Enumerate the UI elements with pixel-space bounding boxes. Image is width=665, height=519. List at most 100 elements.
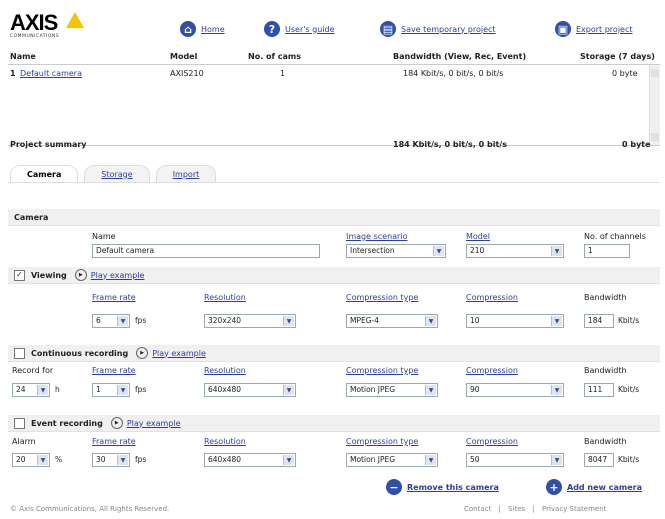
camera-table-header: Name Model No. of cams Bandwidth (View, … bbox=[8, 50, 660, 65]
viewing-frame-rate-link[interactable]: Frame rate bbox=[92, 293, 136, 302]
remove-camera-button[interactable]: − Remove this camera bbox=[386, 478, 499, 496]
viewing-resolution-select[interactable]: 320x240 ▼ bbox=[204, 314, 296, 328]
viewing-comp-type-select[interactable]: MPEG-4 ▼ bbox=[346, 314, 438, 328]
event-checkbox[interactable] bbox=[14, 417, 25, 429]
camera-name-input[interactable]: Default camera bbox=[92, 244, 320, 258]
viewing-play-example-link[interactable]: Play example bbox=[91, 271, 145, 280]
model-value: 210 bbox=[470, 246, 485, 255]
chevron-down-icon: ▼ bbox=[117, 455, 128, 465]
table-scrollbar[interactable] bbox=[649, 65, 660, 145]
row-index: 1 bbox=[10, 69, 16, 78]
alarm-value: 20 bbox=[16, 455, 26, 464]
continuous-compression-select[interactable]: 90 ▼ bbox=[466, 383, 564, 397]
record-for-unit: h bbox=[55, 385, 60, 394]
event-resolution-link[interactable]: Resolution bbox=[204, 437, 246, 446]
continuous-play-example-link[interactable]: Play example bbox=[152, 349, 206, 358]
users-guide-link[interactable]: ? User's guide bbox=[264, 20, 335, 38]
continuous-resolution-link[interactable]: Resolution bbox=[204, 366, 246, 375]
viewing-frame-rate-select[interactable]: 6 ▼ bbox=[92, 314, 130, 328]
minus-icon: − bbox=[386, 479, 402, 495]
viewing-resolution-link[interactable]: Resolution bbox=[204, 293, 246, 302]
continuous-section-bar: Continuous recording ▶ Play example bbox=[8, 345, 660, 362]
play-icon[interactable]: ▶ bbox=[110, 417, 123, 429]
continuous-compression-link[interactable]: Compression bbox=[466, 366, 518, 375]
continuous-bandwidth-label: Bandwidth bbox=[584, 366, 627, 375]
tab-import[interactable]: Import bbox=[155, 165, 217, 182]
event-play-example-link[interactable]: Play example bbox=[127, 419, 181, 428]
col-storage: Storage (7 days) bbox=[580, 52, 655, 61]
event-comp-type-select[interactable]: Motion JPEG ▼ bbox=[346, 453, 438, 467]
image-scenario-select[interactable]: Intersection ▼ bbox=[346, 244, 446, 258]
footer-separator: | bbox=[498, 505, 501, 513]
camera-section-bar: Camera bbox=[8, 209, 660, 226]
viewing-compression-select[interactable]: 10 ▼ bbox=[466, 314, 564, 328]
home-icon: ⌂ bbox=[180, 21, 196, 37]
channels-input[interactable]: 1 bbox=[584, 244, 630, 258]
channels-label: No. of channels bbox=[584, 232, 646, 241]
continuous-resolution-select[interactable]: 640x480 ▼ bbox=[204, 383, 296, 397]
event-comp-type-link[interactable]: Compression type bbox=[346, 437, 418, 446]
viewing-comp-type-value: MPEG-4 bbox=[350, 316, 380, 325]
save-project-link[interactable]: ▤ Save temporary project bbox=[380, 20, 496, 38]
continuous-comp-type-link[interactable]: Compression type bbox=[346, 366, 418, 375]
axis-logo: AXIS COMMUNICATIONS bbox=[10, 10, 88, 40]
chevron-down-icon: ▼ bbox=[283, 385, 294, 395]
continuous-fps-unit: fps bbox=[135, 385, 147, 394]
model-link[interactable]: Model bbox=[466, 232, 490, 241]
summary-label: Project summary bbox=[10, 140, 87, 149]
sites-link[interactable]: Sites bbox=[508, 505, 525, 513]
viewing-resolution-value: 320x240 bbox=[208, 316, 242, 325]
chevron-down-icon: ▼ bbox=[551, 385, 562, 395]
add-camera-button[interactable]: + Add new camera bbox=[546, 478, 642, 496]
chevron-down-icon: ▼ bbox=[37, 455, 48, 465]
row-camera-name-link[interactable]: Default camera bbox=[20, 69, 82, 78]
viewing-compression-link[interactable]: Compression bbox=[466, 293, 518, 302]
home-link[interactable]: ⌂ Home bbox=[180, 20, 225, 38]
continuous-frame-rate-select[interactable]: 1 ▼ bbox=[92, 383, 130, 397]
contact-link[interactable]: Contact bbox=[464, 505, 491, 513]
chevron-down-icon: ▼ bbox=[117, 316, 128, 326]
image-scenario-link[interactable]: Image scenario bbox=[346, 232, 407, 241]
viewing-comp-type-link[interactable]: Compression type bbox=[346, 293, 418, 302]
event-compression-link[interactable]: Compression bbox=[466, 437, 518, 446]
viewing-bandwidth-input[interactable]: 184 bbox=[584, 314, 614, 328]
model-select[interactable]: 210 ▼ bbox=[466, 244, 564, 258]
event-fps-unit: fps bbox=[135, 455, 147, 464]
tab-bar: Camera Storage Import bbox=[10, 165, 222, 183]
viewing-checkbox[interactable]: ✓ bbox=[14, 269, 25, 281]
continuous-checkbox[interactable] bbox=[14, 347, 25, 359]
continuous-compression-value: 90 bbox=[470, 385, 480, 394]
scroll-up-icon[interactable] bbox=[651, 69, 659, 77]
record-for-label: Record for bbox=[12, 366, 54, 375]
event-frame-rate-select[interactable]: 30 ▼ bbox=[92, 453, 130, 467]
alarm-select[interactable]: 20 ▼ bbox=[12, 453, 50, 467]
camera-section-title: Camera bbox=[14, 212, 49, 222]
row-storage: 0 byte bbox=[612, 69, 638, 78]
play-icon[interactable]: ▶ bbox=[136, 347, 149, 359]
copyright: © Axis Communications, All Rights Reserv… bbox=[10, 505, 170, 513]
alarm-unit: % bbox=[55, 455, 63, 464]
event-bandwidth-input[interactable]: 8047 bbox=[584, 453, 614, 467]
continuous-frame-rate-link[interactable]: Frame rate bbox=[92, 366, 136, 375]
record-for-select[interactable]: 24 ▼ bbox=[12, 383, 50, 397]
privacy-link[interactable]: Privacy Statement bbox=[542, 505, 606, 513]
tab-import-label: Import bbox=[172, 169, 200, 179]
save-project-label: Save temporary project bbox=[401, 24, 496, 34]
tab-storage[interactable]: Storage bbox=[84, 165, 150, 182]
event-compression-select[interactable]: 50 ▼ bbox=[466, 453, 564, 467]
chevron-down-icon: ▼ bbox=[37, 385, 48, 395]
continuous-resolution-value: 640x480 bbox=[208, 385, 242, 394]
play-icon[interactable]: ▶ bbox=[74, 269, 87, 281]
event-resolution-value: 640x480 bbox=[208, 455, 242, 464]
chevron-down-icon: ▼ bbox=[283, 316, 294, 326]
continuous-bandwidth-input[interactable]: 111 bbox=[584, 383, 614, 397]
event-frame-rate-link[interactable]: Frame rate bbox=[92, 437, 136, 446]
logo-text: AXIS bbox=[10, 10, 58, 35]
export-project-link[interactable]: ▣ Export project bbox=[555, 20, 633, 38]
plus-icon: + bbox=[546, 479, 562, 495]
tab-camera[interactable]: Camera bbox=[10, 165, 79, 182]
continuous-comp-type-select[interactable]: Motion JPEG ▼ bbox=[346, 383, 438, 397]
save-icon: ▤ bbox=[380, 21, 396, 37]
table-row[interactable]: 1 Default camera AXIS210 1 184 Kbit/s, 0… bbox=[8, 67, 648, 79]
event-resolution-select[interactable]: 640x480 ▼ bbox=[204, 453, 296, 467]
